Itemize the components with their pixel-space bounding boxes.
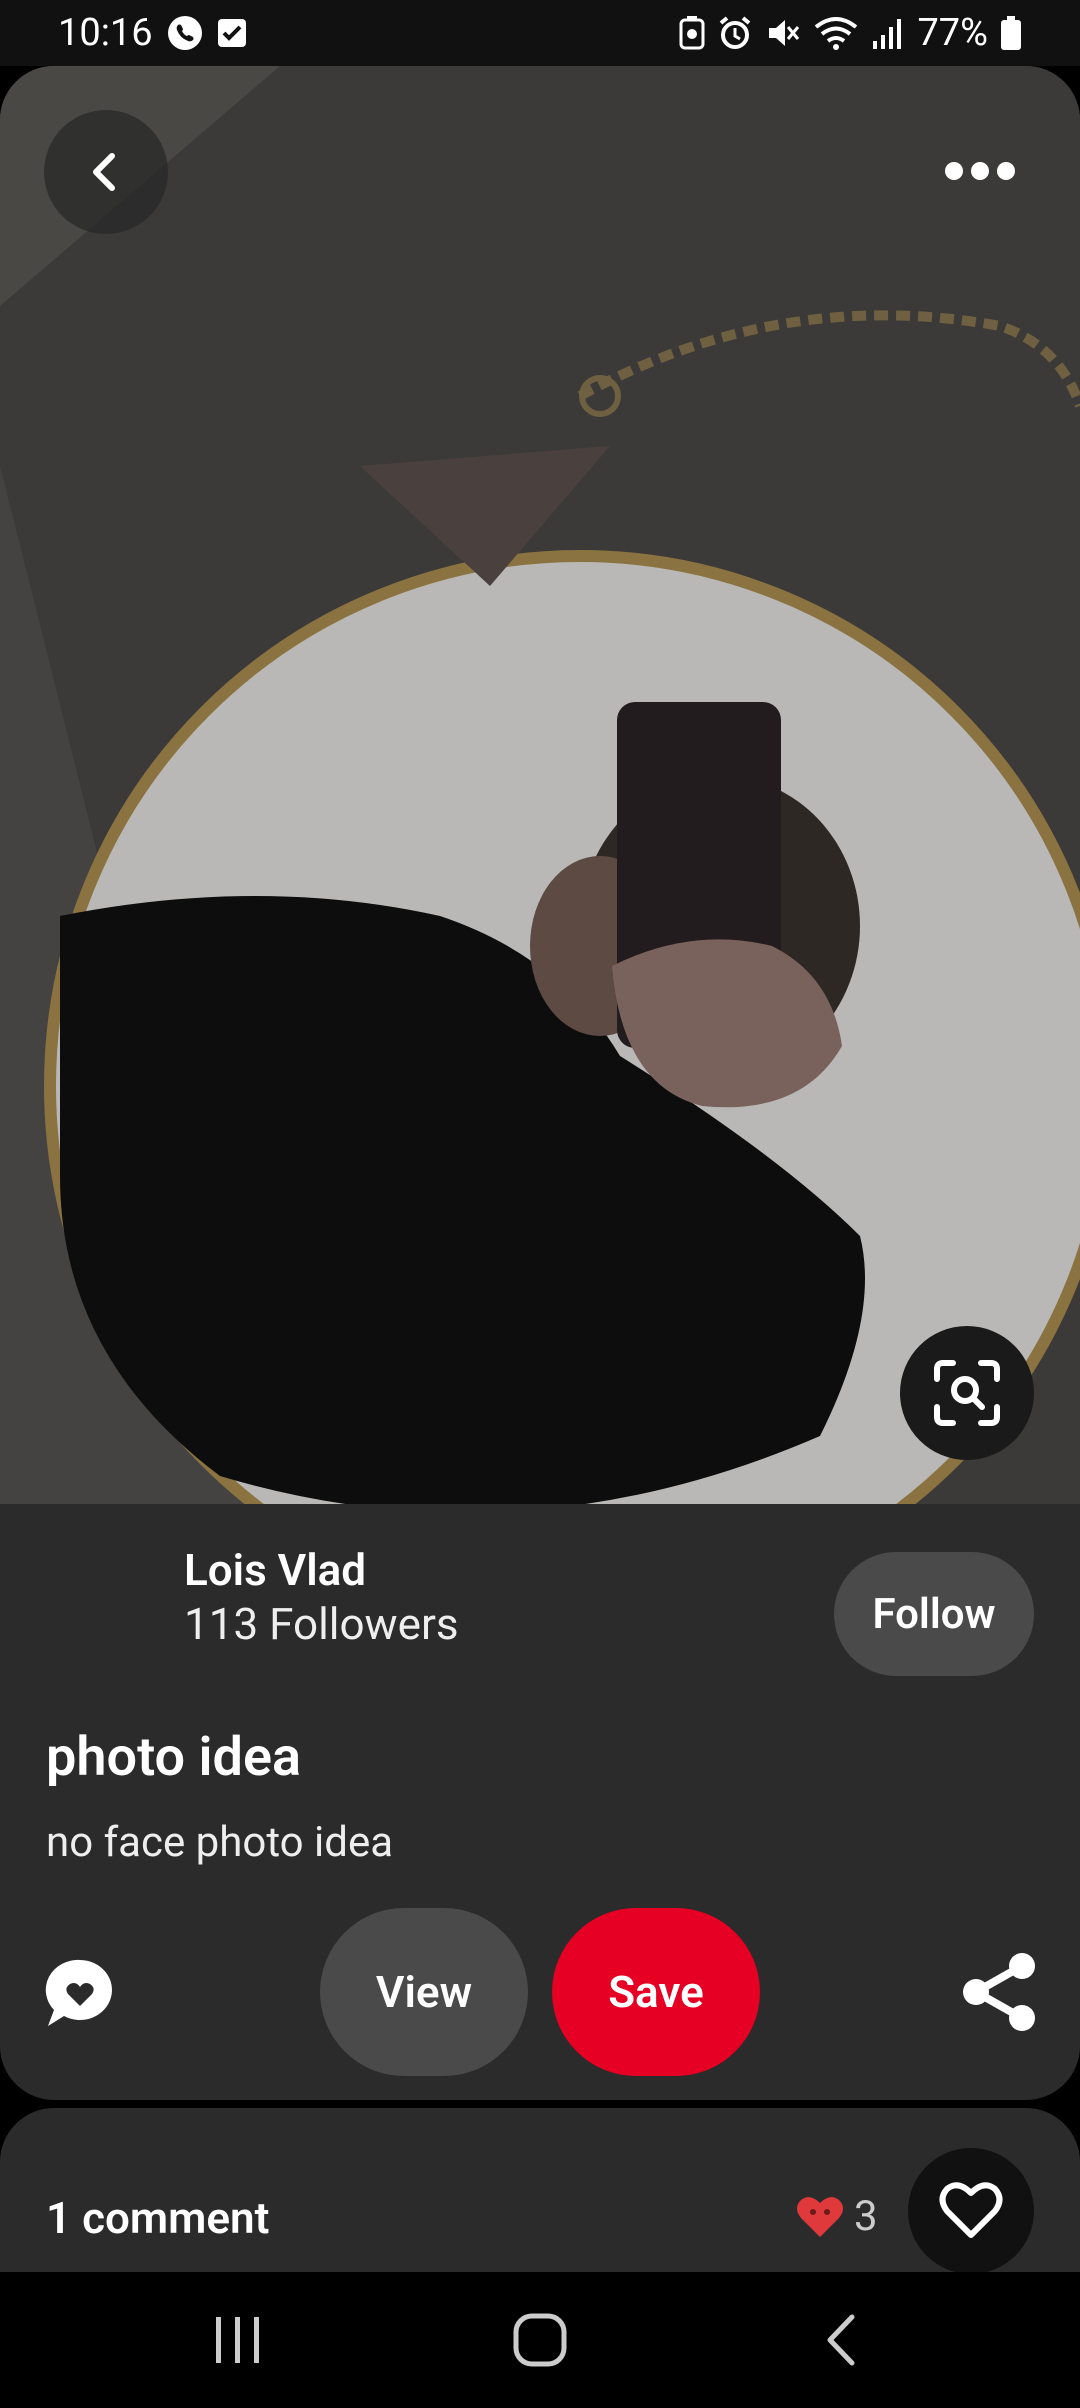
- creator-name[interactable]: Lois Vlad: [184, 1544, 366, 1596]
- status-time: 10:16: [58, 11, 153, 55]
- comment-button[interactable]: [42, 1956, 118, 2032]
- actions-row: View Save: [0, 1908, 1080, 2078]
- wifi-icon: [813, 15, 859, 51]
- back-button[interactable]: [44, 110, 168, 234]
- reaction-summary: 3: [796, 2192, 878, 2241]
- share-icon: [963, 1953, 1035, 2031]
- comment-icon: [45, 1959, 112, 2026]
- creator-row: Lois Vlad 113 Followers Follow: [0, 1504, 1080, 1704]
- battery-icon: [1000, 16, 1022, 50]
- more-icon: [945, 162, 1015, 180]
- back-icon: [93, 153, 115, 191]
- signal-icon: [871, 17, 905, 49]
- mute-icon: [765, 15, 801, 51]
- save-button[interactable]: Save: [552, 1908, 760, 2076]
- battery-saver-icon: [679, 16, 705, 50]
- comment-count[interactable]: 1 comment: [46, 2192, 269, 2244]
- heart-icon: [939, 2182, 1003, 2238]
- recents-button[interactable]: [198, 2310, 278, 2370]
- checkbox-notification-icon: [217, 18, 247, 48]
- phone-call-icon: [167, 15, 203, 51]
- react-button[interactable]: [908, 2148, 1034, 2274]
- pin-image[interactable]: [0, 66, 1080, 1504]
- home-button[interactable]: [500, 2310, 580, 2370]
- visual-search-button[interactable]: [900, 1326, 1034, 1460]
- heart-reaction-icon: [797, 2196, 843, 2237]
- home-icon: [513, 2313, 567, 2367]
- view-button[interactable]: View: [320, 1908, 528, 2076]
- pin-title: photo idea: [46, 1726, 302, 1789]
- nav-back-button[interactable]: [802, 2310, 882, 2370]
- system-nav-bar: [0, 2272, 1080, 2408]
- nav-back-icon: [827, 2314, 855, 2366]
- pin-description: no face photo idea: [46, 1818, 394, 1867]
- recents-icon: [216, 2317, 259, 2363]
- share-button[interactable]: [960, 1952, 1038, 2032]
- more-options-button[interactable]: [920, 126, 1040, 216]
- follow-button[interactable]: Follow: [834, 1552, 1034, 1676]
- visual-search-icon: [934, 1360, 1000, 1426]
- battery-percent: 77%: [917, 11, 988, 55]
- status-bar: 10:16 77%: [0, 0, 1080, 66]
- alarm-icon: [717, 15, 753, 51]
- creator-followers: 113 Followers: [184, 1598, 459, 1650]
- reaction-count: 3: [854, 2192, 878, 2241]
- pin-card: Lois Vlad 113 Followers Follow photo ide…: [0, 66, 1080, 2100]
